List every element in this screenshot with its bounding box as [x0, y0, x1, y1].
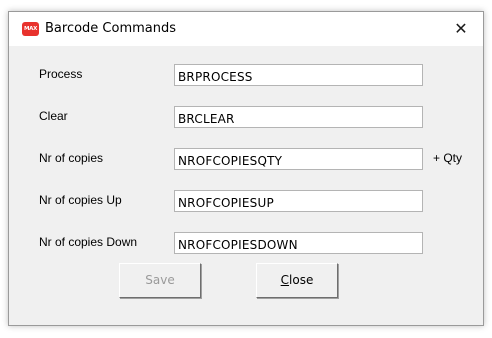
- close-icon: ✕: [454, 19, 468, 38]
- close-button[interactable]: Close: [256, 263, 338, 298]
- close-window-button[interactable]: ✕: [439, 12, 483, 46]
- nr-of-copies-label: Nr of copies: [39, 151, 104, 165]
- qty-suffix-label: + Qty: [433, 151, 463, 165]
- clear-label: Clear: [39, 109, 68, 123]
- close-mnemonic: C: [280, 273, 290, 287]
- process-input[interactable]: [174, 64, 423, 86]
- save-button[interactable]: Save: [119, 263, 201, 298]
- nr-of-copies-input[interactable]: [174, 148, 423, 170]
- nr-of-copies-down-input[interactable]: [174, 232, 423, 254]
- app-logo-icon: MAX: [22, 22, 39, 36]
- process-label: Process: [39, 67, 83, 81]
- close-button-label: lose: [289, 273, 314, 287]
- nr-of-copies-up-label: Nr of copies Up: [39, 193, 122, 207]
- clear-input[interactable]: [174, 106, 423, 128]
- save-button-label: Save: [145, 273, 175, 287]
- barcode-commands-dialog: MAX Barcode Commands ✕ Process Clear Nr …: [8, 11, 484, 326]
- nr-of-copies-up-input[interactable]: [174, 190, 423, 212]
- nr-of-copies-down-label: Nr of copies Down: [39, 235, 138, 249]
- window-title: Barcode Commands: [45, 21, 177, 36]
- title-bar: MAX Barcode Commands ✕: [9, 12, 483, 46]
